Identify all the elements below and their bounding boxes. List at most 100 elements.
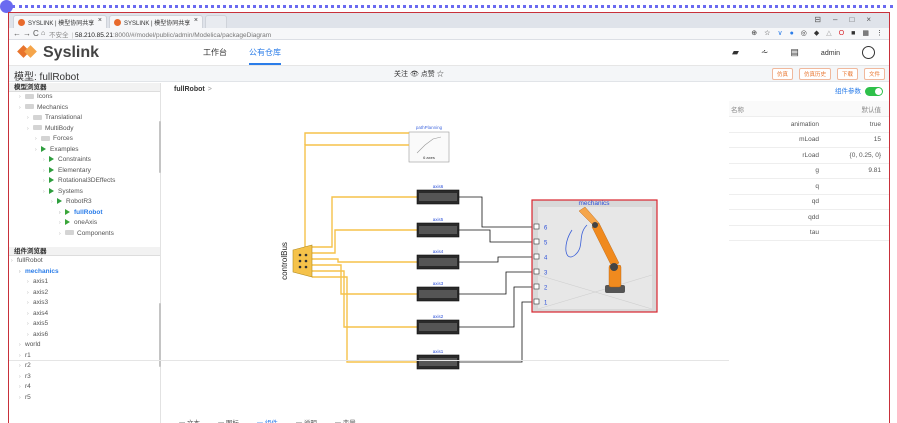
component_browser-item[interactable]: › axis3 [9,298,160,309]
parameter-row[interactable]: animation true [729,116,889,133]
parameter-row[interactable]: qdd [729,209,889,226]
download-button[interactable]: 下载 [836,68,858,80]
component-tree-scrollbar[interactable] [159,303,161,367]
flange-port[interactable] [533,253,540,260]
new-tab-button[interactable] [205,15,227,28]
sync-icon[interactable]: △ [826,30,831,37]
maximize-icon[interactable]: □ [849,15,866,24]
component_browser-item[interactable]: › axis1 [9,277,160,288]
grid-icon[interactable]: ▤ [790,47,799,57]
menu-dots-icon[interactable]: ⋮ [876,30,883,37]
bookmark-icon[interactable]: ■ [851,30,855,37]
reload-icon[interactable]: C [33,29,39,38]
component_browser-item[interactable]: › axis4 [9,309,160,320]
model_browser-item[interactable]: › fullRobot [9,208,160,219]
simulation-history-button[interactable]: 仿真历史 [798,68,831,80]
minimize-icon[interactable]: – [833,15,849,24]
parameter-value[interactable]: {0, 0.25, 0} [822,147,889,164]
parameter-row[interactable]: q [729,178,889,195]
component_browser-item[interactable]: › r2 [9,361,160,372]
back-icon[interactable]: ← [13,29,21,38]
parameter-row[interactable]: mLoad 15 [729,132,889,148]
close-tab-icon[interactable]: × [98,17,102,24]
flange-port[interactable] [533,283,540,290]
axis-block[interactable]: axis3 [416,281,460,302]
parameter-value[interactable] [822,178,889,195]
flange-port[interactable] [533,268,540,275]
breadcrumb-item[interactable]: fullRobot [174,86,205,93]
browser-tab-1[interactable]: SYSLINK | 模型协同共享 × [13,15,107,28]
model_browser-item[interactable]: › Examples [9,145,160,156]
axis-block[interactable]: axis4 [416,249,460,270]
component_browser-item[interactable]: › r5 [9,393,160,404]
nav-public-repo[interactable]: 公有仓库 [249,48,281,65]
path-planning-block[interactable]: pathPlanning 6 axes [408,125,450,163]
avatar-icon[interactable] [862,46,875,59]
close-window-icon[interactable]: × [866,15,883,24]
control-bus-connector[interactable]: controlBus [280,242,313,280]
component_browser-item[interactable]: › r3 [9,372,160,383]
home-icon[interactable]: ⌂ [41,30,45,37]
model_browser-item[interactable]: › Icons [9,92,160,103]
component_browser-item[interactable]: › axis5 [9,319,160,330]
parameter-row[interactable]: g 9.81 [729,163,889,179]
extension-icon[interactable]: ◎ [801,30,807,37]
file-button[interactable]: 文件 [863,68,885,80]
forward-icon[interactable]: → [23,29,31,38]
simulate-button[interactable]: 仿真 [771,68,793,80]
component_browser-item[interactable]: › axis2 [9,288,160,299]
axis-block[interactable]: axis6 [416,184,460,205]
axis-block[interactable]: axis1 [416,349,460,370]
model_browser-item[interactable]: › Rotational3DEffects [9,176,160,187]
flange-port[interactable] [533,223,540,230]
axis-block[interactable]: axis5 [416,217,460,238]
axis-block[interactable]: axis2 [416,314,460,335]
book-icon[interactable]: ▰ [732,47,739,57]
parameter-value[interactable] [822,194,889,210]
star-icon[interactable]: ☆ [764,30,770,37]
close-tab-icon[interactable]: × [194,17,198,24]
model_browser-item[interactable]: › Systems [9,187,160,198]
component_browser-item[interactable]: › mechanics [9,267,160,278]
model_browser-item[interactable]: › Translational [9,113,160,124]
component_browser-item[interactable]: › world [9,340,160,351]
parameter-row[interactable]: rLoad {0, 0.25, 0} [729,147,889,164]
component_browser-item[interactable]: › axis6 [9,330,160,341]
flange-port[interactable] [533,298,540,305]
nav-workbench[interactable]: 工作台 [203,48,227,57]
model_browser-item[interactable]: › MultiBody [9,124,160,135]
user-name[interactable]: admin [821,50,840,57]
model_browser-item[interactable]: › oneAxis [9,218,160,229]
user-icon[interactable]: ⊟ [814,15,833,24]
url-field[interactable]: 不安全 | 58.210.85.21:8000/#/model/public/ad… [49,29,271,39]
model_browser-item[interactable]: › Elementary [9,166,160,177]
flange-port[interactable] [533,238,540,245]
model-tree-scrollbar[interactable] [159,121,161,173]
mechanics-block[interactable]: mechanics 654321 [531,199,658,313]
model_browser-item[interactable]: › Constraints [9,155,160,166]
model-diagram[interactable]: pathPlanning 6 axes axis6 axis5 axis4 axis3… [167,95,727,415]
chart-icon[interactable]: ⩪ [761,47,769,57]
browser-tab-2[interactable]: SYSLINK | 模型协同共享 × [109,15,203,28]
star-outline-icon[interactable]: ☆ [437,71,444,78]
param-toggle[interactable] [865,86,883,96]
vpn-icon[interactable]: ∨ [777,30,782,37]
follow-button[interactable]: 关注 [394,71,408,78]
zoom-icon[interactable]: ⊕ [751,30,757,37]
model_browser-item[interactable]: › RobotR3 [9,197,160,208]
parameter-row[interactable]: tau [729,225,889,241]
model_browser-item[interactable]: › Mechanics [9,103,160,114]
component_browser-item[interactable]: › r4 [9,382,160,393]
parameter-value[interactable] [822,225,889,241]
model_browser-item[interactable]: › Forces [9,134,160,145]
menu-grid-icon[interactable]: ▦ [862,30,869,37]
component_browser-item[interactable]: › fullRobot [9,256,160,267]
model_browser-item[interactable]: › Components [9,229,160,240]
shield-icon[interactable]: ● [790,30,794,37]
opera-icon[interactable]: O [839,30,844,37]
parameter-row[interactable]: qd [729,194,889,210]
parameter-value[interactable] [822,209,889,226]
parameter-value[interactable]: 9.81 [822,163,889,179]
parameter-value[interactable]: true [822,116,889,133]
parameter-value[interactable]: 15 [822,132,889,148]
